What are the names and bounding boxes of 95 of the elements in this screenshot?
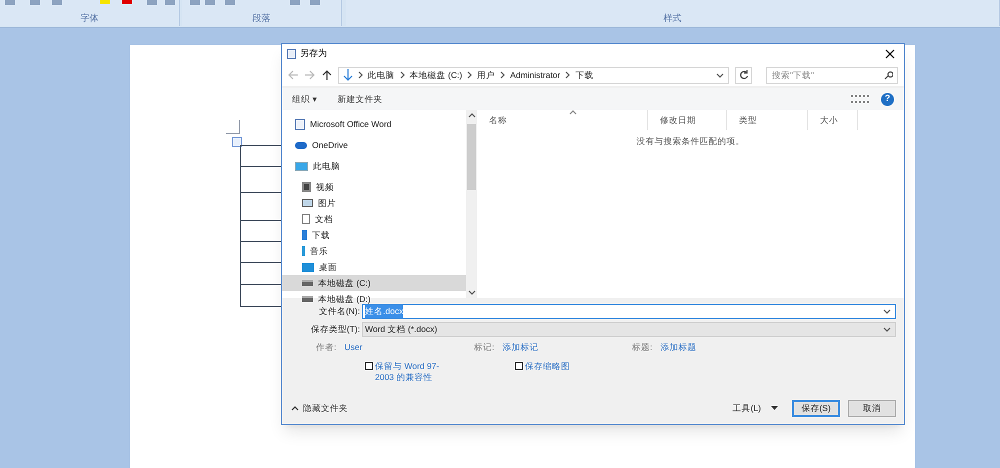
column-header[interactable]: 名称 [477,110,648,130]
field-label: 文件名(N): [318,305,361,318]
address-bar[interactable]: 此电脑 本地磁盘 (C:) 用户 Administrator 下载 [338,66,730,84]
ribbon-group-label: 样式 [664,12,682,25]
chevron-icon [467,71,472,79]
up-arrow-icon[interactable] [322,70,332,80]
nav-item[interactable]: 音乐 [282,243,466,259]
nav-item[interactable]: 视频 [282,179,466,195]
nav-item[interactable]: 文档 [282,211,466,227]
drive-icon [302,280,313,286]
word-app-icon [295,118,305,130]
nav-item-label: 本地磁盘 (C:) [318,276,371,290]
column-header[interactable]: 大小 [808,110,858,130]
column-header[interactable]: 类型 [727,110,808,130]
ribbon-group-label: 段落 [252,12,270,25]
window-title: 另存为 [300,47,327,60]
nav-item[interactable]: 图片 [282,195,466,211]
back-arrow-icon[interactable] [288,70,299,80]
checkbox[interactable] [515,362,523,370]
chevron-icon [500,71,506,79]
nav-item[interactable]: 此电脑 [282,158,466,174]
nav-item-label: 音乐 [310,244,328,258]
nav-item-label: OneDrive [312,138,348,152]
cloud-icon [295,142,307,148]
meta-link[interactable]: 添加标题 [660,340,696,354]
breadcrumb-item[interactable]: 本地磁盘 (C:) [410,68,462,82]
picture-icon [302,199,313,207]
dropdown-icon[interactable] [883,327,891,332]
breadcrumb-item[interactable]: 此电脑 [368,68,395,82]
view-options-icon[interactable] [851,95,869,103]
forward-arrow-icon[interactable] [304,70,316,80]
dropdown-icon[interactable] [771,406,778,410]
dropdown-icon[interactable] [716,72,724,78]
nav-item-label: 图片 [318,196,336,210]
toolbar-icon[interactable] [5,0,15,5]
nav-item-label: 文档 [315,212,333,226]
drive-icon [302,296,313,302]
scrollbar-thumb[interactable] [467,124,476,190]
document-icon [302,214,310,224]
toolbar-icon[interactable] [52,0,62,5]
hide-folders-button[interactable]: 隐藏文件夹 [303,402,348,414]
new-folder-button[interactable]: 新建文件夹 [337,92,382,106]
nav-item-label: 视频 [316,180,334,194]
chevron-icon [358,71,363,79]
breadcrumb-item[interactable]: 用户 [477,68,496,82]
nav-item-label: 桌面 [319,260,337,274]
breadcrumb-item[interactable]: Administrator [510,68,560,82]
file-type-dropdown[interactable]: Word 文档 (*.docx) [362,322,896,337]
toolbar-icon[interactable] [30,0,40,5]
field-label: 保存类型(T): [310,323,361,336]
nav-item[interactable]: 桌面 [282,259,466,275]
column-header[interactable]: 修改日期 [648,110,727,130]
nav-item-label: Microsoft Office Word [310,118,392,130]
meta-label: 作者: [316,340,336,354]
search-field[interactable]: 搜索"下载" [766,66,898,84]
tools-menu[interactable]: 工具(L) [732,402,761,414]
nav-item[interactable]: 下载 [282,227,466,243]
meta-label: 标记: [474,340,494,354]
breadcrumb-item[interactable]: 下载 [575,68,594,82]
chevron-icon [565,71,570,79]
nav-item[interactable]: Microsoft Office Word [282,116,466,132]
font-color-icon[interactable] [122,0,132,4]
meta-label: 标题: [632,340,652,354]
nav-item[interactable]: 本地磁盘 (D:) [282,291,466,307]
desktop-icon [302,262,314,272]
nav-item[interactable]: 本地磁盘 (C:) [282,275,466,291]
move-handle-icon[interactable] [232,137,242,147]
refresh-icon[interactable] [738,70,749,80]
checkbox-label[interactable]: 保留与 Word 97-2003 的兼容性 [375,361,447,383]
checkbox[interactable] [365,362,373,370]
help-button[interactable]: ? [881,92,894,106]
meta-link[interactable]: User [344,340,362,354]
scroll-down-icon[interactable] [468,290,476,295]
nav-item-label: 本地磁盘 (D:) [318,292,371,306]
chevron-icon [400,71,405,79]
organize-menu[interactable]: 组织 ▾ [292,92,318,106]
monitor-icon [295,162,308,170]
scrollbar[interactable] [466,110,477,298]
caret-up-icon[interactable] [291,406,299,410]
nav-item-label: 此电脑 [313,160,340,172]
cancel-button[interactable]: 取消 [848,400,896,416]
highlight-color-icon[interactable] [100,0,110,4]
ribbon-group-label: 字体 [80,12,98,25]
meta-link[interactable]: 添加标记 [502,340,538,354]
save-button[interactable]: 保存(S) [792,400,840,416]
search-icon [884,70,894,80]
nav-item[interactable]: OneDrive [282,137,466,153]
sort-caret-icon [569,110,577,115]
nav-item-label: 下载 [312,228,330,242]
checkbox-label[interactable]: 保存缩略图 [525,361,570,372]
dropdown-icon[interactable] [883,309,891,314]
word-document-icon [287,49,296,59]
scroll-up-icon[interactable] [468,113,476,118]
empty-message: 没有与搜索条件匹配的项。 [636,135,746,148]
close-icon[interactable] [885,49,895,59]
